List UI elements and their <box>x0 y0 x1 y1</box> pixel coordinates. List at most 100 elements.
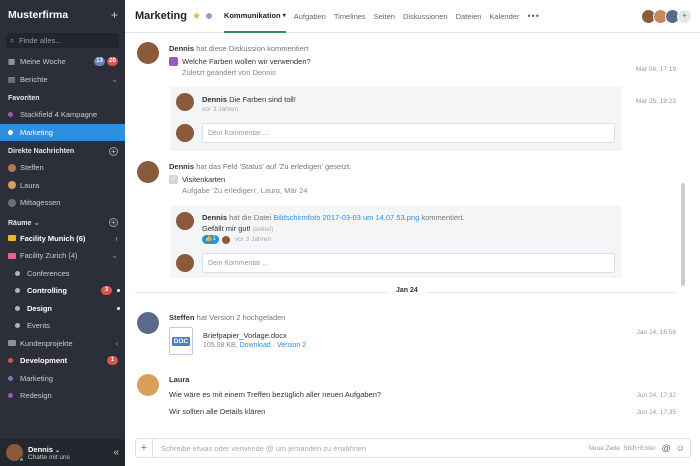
sidebar-item-label: Mittagessen <box>20 198 61 208</box>
tab-dateien[interactable]: Dateien <box>456 0 482 33</box>
sidebar-item-design[interactable]: Design <box>0 300 125 318</box>
activity-feed: Dennis hat diese Diskussion kommentiert … <box>125 34 685 424</box>
room-dot-icon <box>15 323 20 329</box>
alert-badge: 20 <box>107 57 118 67</box>
reply-text: Die Farben sind toll! <box>229 95 296 104</box>
comment-input[interactable]: Dein Kommentar ... <box>202 123 615 143</box>
sidebar-item-steffen[interactable]: Steffen <box>0 159 125 177</box>
file-type-label: DOC <box>171 336 191 346</box>
status-dot-icon[interactable] <box>205 13 212 19</box>
task-title[interactable]: Visitenkarten <box>182 175 225 184</box>
activity-text: hat das Feld 'Status' auf 'Zu erledigen'… <box>196 162 352 171</box>
scrollbar[interactable] <box>681 183 685 286</box>
add-dm-icon[interactable]: + <box>109 147 118 156</box>
checkbox-icon[interactable]: ✓ <box>169 175 178 184</box>
avatar <box>137 312 159 334</box>
like-count: 1 <box>212 236 216 242</box>
reactions: 👍1 vor 3 Jahren <box>202 235 271 244</box>
avatar <box>176 254 194 272</box>
sidebar-item-marketing[interactable]: Marketing <box>0 370 125 388</box>
chart-icon: ▤ <box>8 74 16 84</box>
add-room-icon[interactable]: + <box>109 217 118 227</box>
tab-seiten[interactable]: Seiten <box>374 0 395 33</box>
activity-text: hat diese Diskussion kommentiert <box>196 44 309 53</box>
activity-header: Dennis hat das Feld 'Status' auf 'Zu erl… <box>169 162 351 171</box>
add-icon[interactable]: + <box>111 8 118 22</box>
author-name[interactable]: Steffen <box>169 313 194 322</box>
folder-icon <box>8 235 16 242</box>
sidebar-header: Musterfirma + <box>0 0 125 30</box>
group-icon <box>8 198 16 207</box>
sidebar-item-development[interactable]: Development 1 <box>0 352 125 370</box>
sidebar-item-berichte[interactable]: ▤ Berichte ⌄ <box>0 71 125 89</box>
file-name[interactable]: Briefpapier_Vorlage.docx <box>203 331 287 340</box>
sidebar-item-label: Redesign <box>20 391 52 401</box>
composer-input[interactable]: Schreibe etwas oder verwende @ um jemand… <box>153 444 588 453</box>
message-composer[interactable]: + Schreibe etwas oder verwende @ um jema… <box>135 438 691 458</box>
room-dot-icon <box>8 129 13 135</box>
tab-kommunikation[interactable]: Kommunikation ▾ <box>223 0 286 33</box>
discussion-title[interactable]: Welche Farben wollen wir verwenden? <box>182 57 311 66</box>
folder-icon <box>8 252 16 259</box>
user-footer[interactable]: Dennis ⌄ Chatte mit uns « <box>0 439 125 466</box>
sidebar-item-label: Facility Zurich (4) <box>20 251 78 261</box>
avatar <box>137 374 159 396</box>
sidebar-item-controlling[interactable]: Controlling 3 <box>0 282 125 300</box>
sidebar-item-meine-woche[interactable]: ▦ Meine Woche 13 20 <box>0 53 125 71</box>
author-name[interactable]: Laura <box>169 375 189 384</box>
reply-header: Dennis hat die Datei Bildschirmfoto 2017… <box>202 213 465 222</box>
file-meta: 105.08 KB, Download · Version 2 <box>203 342 306 349</box>
attach-plus-icon[interactable]: + <box>136 439 153 457</box>
page-title: Marketing <box>135 10 187 22</box>
collapse-sidebar-icon[interactable]: « <box>113 447 119 458</box>
emoji-icon[interactable]: ☺ <box>676 443 685 453</box>
search-input[interactable]: ⌕ Finde alles... <box>6 33 119 48</box>
sidebar-folder-kundenprojekte[interactable]: Kundenprojekte ‹ <box>0 335 125 353</box>
file-link[interactable]: Bildschirmfoto 2017-03-03 um 14.07.53.pn… <box>273 213 419 222</box>
download-link[interactable]: Download <box>240 342 271 349</box>
comment-input[interactable]: Dein Kommentar ... <box>202 253 615 273</box>
author-name[interactable]: Dennis <box>202 213 227 222</box>
chevron-left-icon: ‹ <box>115 233 118 243</box>
sidebar-item-label: Meine Woche <box>20 57 66 67</box>
sidebar-item-events[interactable]: Events <box>0 317 125 335</box>
avatar <box>137 42 159 64</box>
avatar <box>176 212 194 230</box>
doc-file-icon[interactable]: DOC <box>169 327 193 355</box>
author-name[interactable]: Dennis <box>169 162 194 171</box>
timestamp: Mar 06, 17:19 <box>635 66 676 73</box>
author-name[interactable]: Dennis <box>169 44 194 53</box>
add-member-icon: + <box>677 8 692 24</box>
sidebar-item-mittagessen[interactable]: Mittagessen <box>0 194 125 212</box>
tab-timelines[interactable]: Timelines <box>334 0 366 33</box>
room-dot-icon <box>8 112 13 118</box>
sidebar-item-conferences[interactable]: Conferences <box>0 265 125 283</box>
sidebar-item-marketing-active[interactable]: Marketing <box>0 123 125 141</box>
sidebar-item-stackfield[interactable]: Stackfield 4 Kampagne <box>0 106 125 124</box>
tab-aufgaben[interactable]: Aufgaben <box>294 0 326 33</box>
more-icon[interactable]: ••• <box>527 11 539 21</box>
tab-kalender[interactable]: Kalender <box>489 0 519 33</box>
folder-icon <box>8 340 16 347</box>
sidebar-item-laura[interactable]: Laura <box>0 177 125 195</box>
date-divider-label: Jan 24 <box>387 287 427 294</box>
member-avatars[interactable]: + <box>641 8 692 24</box>
sidebar-item-redesign[interactable]: Redesign <box>0 387 125 405</box>
chevron-down-icon[interactable]: ⌄ <box>33 218 40 227</box>
sidebar-folder-facility-munich[interactable]: Facility Munich (6) ‹ <box>0 230 125 248</box>
tab-diskussionen[interactable]: Diskussionen <box>403 0 448 33</box>
author-name[interactable]: Dennis <box>202 95 227 104</box>
sidebar-folder-facility-zurich[interactable]: Facility Zurich (4) ⌄ <box>0 247 125 265</box>
sidebar-item-label: Controlling <box>27 286 67 296</box>
sidebar-item-label: Berichte <box>20 74 48 84</box>
workspace-name[interactable]: Musterfirma <box>8 9 68 21</box>
mention-icon[interactable]: @ <box>662 443 671 453</box>
version-link[interactable]: · Version 2 <box>273 342 306 349</box>
sidebar-item-label: Conferences <box>27 268 70 278</box>
activity-text: hat die Datei <box>229 213 272 222</box>
star-icon[interactable]: ★ <box>192 11 201 22</box>
sidebar-item-label: Kundenprojekte <box>20 338 73 348</box>
like-badge[interactable]: 👍1 <box>202 235 219 244</box>
chevron-left-icon: ‹ <box>115 338 118 348</box>
timestamp: Mar 25, 19:23 <box>635 98 676 105</box>
